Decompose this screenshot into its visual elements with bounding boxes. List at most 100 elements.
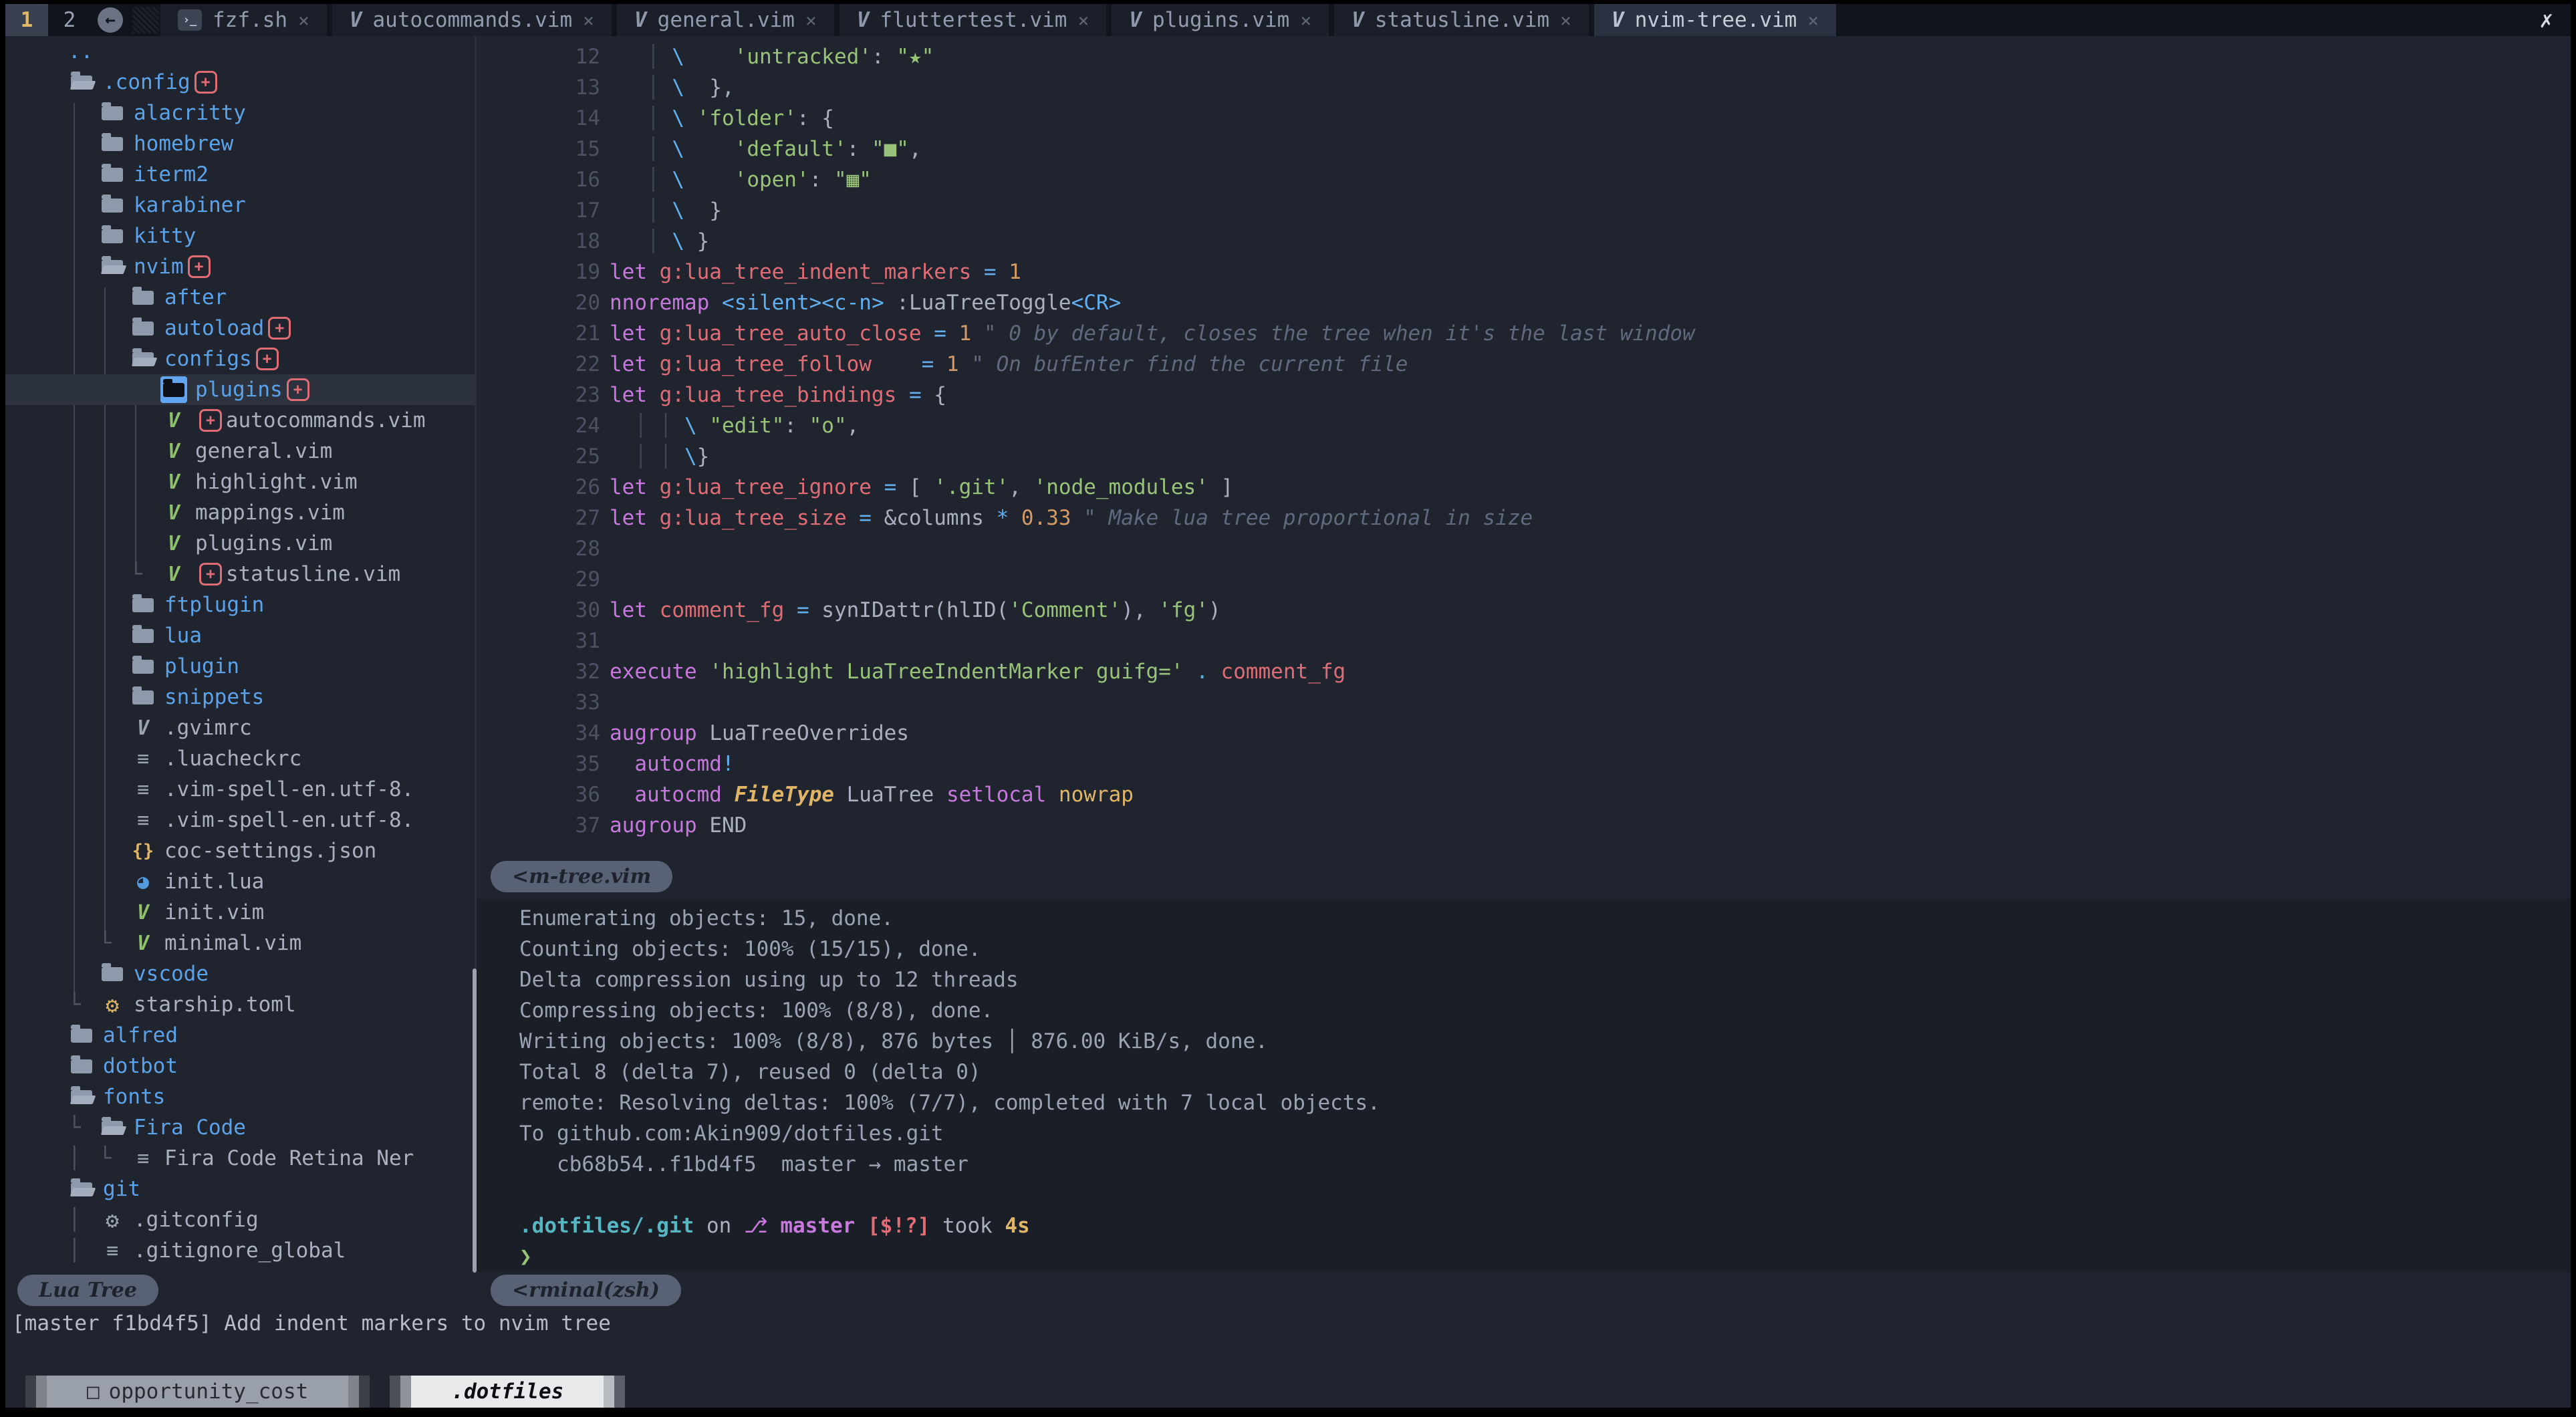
tree-item-highlight.vim[interactable]: Vhighlight.vim (5, 467, 475, 497)
code-line: 34augroup LuaTreeOverrides (477, 718, 2571, 749)
tree-item-.vim-spell-en.utf-8.[interactable]: ≡.vim-spell-en.utf-8. (5, 774, 475, 805)
code-line: 25 │ │ \} (477, 441, 2571, 472)
main-area: ...config+alacrittyhomebrewiterm2karabin… (5, 36, 2571, 1408)
tree-item-.gitconfig[interactable]: │⚙.gitconfig (5, 1204, 475, 1235)
tree-item-vscode[interactable]: vscode (5, 958, 475, 989)
tree-item-coc-settings.json[interactable]: {}coc-settings.json (5, 835, 475, 866)
tree-branch-glyph: └ (68, 1116, 99, 1140)
tree-item-iterm2[interactable]: iterm2 (5, 159, 475, 190)
tree-item-.gitignore-global[interactable]: │≡.gitignore_global (5, 1235, 475, 1266)
tree-item-fira-code[interactable]: └ Fira Code (5, 1112, 475, 1143)
tab-close-icon[interactable]: × (1807, 9, 1819, 31)
code-seg: " Make lua tree proportional in size (1083, 506, 1533, 530)
editor-pane[interactable]: 12 │ \ 'untracked': "★"13 │ \ },14 │ \ '… (477, 36, 2571, 898)
prompt-seg: [$!?] (868, 1214, 930, 1238)
tree-item-statusline.vim[interactable]: └V+statusline.vim (5, 559, 475, 590)
tree-item-alfred[interactable]: alfred (5, 1020, 475, 1051)
tree-item-.gvimrc[interactable]: V.gvimrc (5, 713, 475, 743)
close-all-icon[interactable]: ✗ (2540, 7, 2553, 33)
tree-item-autoload[interactable]: autoload+ (5, 313, 475, 344)
tmux-window-opportunity-cost[interactable]: □opportunity_cost (25, 1376, 370, 1408)
code-line: 16 │ \ 'open': "▦" (477, 164, 2571, 195)
tab-nvim-tree.vim[interactable]: Vnvim-tree.vim× (1594, 4, 1836, 36)
tree-item-fira-code-retina-ner[interactable]: │└≡Fira Code Retina Ner (5, 1143, 475, 1174)
folder-glyph (102, 199, 123, 213)
tree-item-kitty[interactable]: kitty (5, 221, 475, 251)
workspace-1[interactable]: 1 (5, 4, 48, 36)
tree-item-git[interactable]: git (5, 1174, 475, 1204)
tab-close-icon[interactable]: × (805, 9, 817, 31)
tree-item-ftplugin[interactable]: ftplugin (5, 590, 475, 620)
tree-item-starship.toml[interactable]: └⚙starship.toml (5, 989, 475, 1020)
workspace-2[interactable]: 2 (48, 4, 91, 36)
tab-close-icon[interactable]: × (1300, 9, 1311, 31)
code-line: 17 │ \ } (477, 195, 2571, 226)
code-seg: FileType (735, 783, 847, 807)
code-seg: [ (909, 475, 934, 499)
tab-close-icon[interactable]: × (1077, 9, 1089, 31)
tree-item-alacritty[interactable]: alacritty (5, 98, 475, 128)
tree-item-snippets[interactable]: snippets (5, 682, 475, 713)
tree-item-mappings.vim[interactable]: Vmappings.vim (5, 497, 475, 528)
line-number: 13 (477, 76, 600, 100)
terminal-output-line: Delta compression using up to 12 threads (519, 964, 2571, 995)
tree-item-plugins[interactable]: plugins+ (5, 374, 475, 405)
tree-item-homebrew[interactable]: homebrew (5, 128, 475, 159)
tab-general.vim[interactable]: Vgeneral.vim× (617, 4, 834, 36)
code-seg: <CR> (1071, 291, 1122, 315)
tab-close-icon[interactable]: × (1560, 9, 1571, 31)
tree-item-.vim-spell-en.utf-8.[interactable]: ≡.vim-spell-en.utf-8. (5, 805, 475, 835)
tab-autocommands.vim[interactable]: Vautocommands.vim× (332, 4, 612, 36)
code-text: let g:lua_tree_bindings = { (600, 383, 946, 407)
tree-item-init.lua[interactable]: ◕init.lua (5, 866, 475, 897)
code-seg: execute (610, 660, 709, 684)
tree-item-dotbot[interactable]: dotbot (5, 1051, 475, 1081)
code-text: │ \ 'untracked': "★" (600, 45, 934, 69)
tree-item-label: autoload (164, 316, 264, 340)
vim-glyph: V (137, 901, 149, 924)
tree-item-lua[interactable]: lua (5, 620, 475, 651)
tab-close-icon[interactable]: × (298, 9, 309, 31)
back-circle-icon[interactable]: ← (98, 7, 123, 33)
tree-item-label: autocommands.vim (226, 408, 426, 432)
tab-fluttertest.vim[interactable]: Vfluttertest.vim× (840, 4, 1107, 36)
tree-item-label: init.lua (164, 870, 264, 894)
tab-plugins.vim[interactable]: Vplugins.vim× (1112, 4, 1329, 36)
terminal-text: remote: Resolving deltas: 100% (7/7), co… (519, 1091, 1380, 1115)
folder-glyph (132, 352, 154, 366)
tree-item-karabiner[interactable]: karabiner (5, 190, 475, 221)
tree-item-.config[interactable]: .config+ (5, 67, 475, 98)
tree-item-plugins.vim[interactable]: Vplugins.vim (5, 528, 475, 559)
tree-item-autocommands.vim[interactable]: V+autocommands.vim (5, 405, 475, 436)
terminal-output-line: cb68b54..f1bd4f5 master → master (519, 1149, 2571, 1180)
app-window: 1 2 ← ›_fzf.sh×Vautocommands.vim×Vgenera… (5, 4, 2571, 1408)
code-text: let g:lua_tree_ignore = [ '.git', 'node_… (600, 475, 1233, 499)
code-seg: g:lua_tree_auto_close (660, 321, 934, 346)
tree-item-after[interactable]: after (5, 282, 475, 313)
tree-item-plugin[interactable]: plugin (5, 651, 475, 682)
tree-item-fonts[interactable]: fonts (5, 1081, 475, 1112)
tree-item-configs[interactable]: configs+ (5, 344, 475, 374)
tree-item-general.vim[interactable]: Vgeneral.vim (5, 436, 475, 467)
tree-item-label: coc-settings.json (164, 839, 376, 863)
tree-item-label: Fira Code (134, 1116, 246, 1140)
tab-list: ›_fzf.sh×Vautocommands.vim×Vgeneral.vim×… (160, 4, 1836, 36)
tree-item-nvim[interactable]: nvim+ (5, 251, 475, 282)
shell-prompt-char[interactable]: ❯ (519, 1241, 2571, 1272)
tmux-window--dotfiles[interactable]: .dotfiles (390, 1376, 625, 1408)
tab-statusline.vim[interactable]: Vstatusline.vim× (1334, 4, 1589, 36)
tree-item-minimal.vim[interactable]: └Vminimal.vim (5, 928, 475, 958)
tab-fzf.sh[interactable]: ›_fzf.sh× (160, 4, 327, 36)
tree-item-..[interactable]: .. (5, 36, 475, 67)
folder-glyph (71, 1029, 92, 1043)
code-seg: <silent><c-n> (722, 291, 896, 315)
code-seg: g:lua_tree_ignore (660, 475, 884, 499)
tree-item-init.vim[interactable]: Vinit.vim (5, 897, 475, 928)
terminal-pane[interactable]: Enumerating objects: 15, done.Counting o… (477, 899, 2571, 1272)
folder-glyph (132, 660, 154, 674)
terminal-output-line: remote: Resolving deltas: 100% (7/7), co… (519, 1087, 2571, 1118)
line-number: 21 (477, 321, 600, 346)
tree-item-.luacheckrc[interactable]: ≡.luacheckrc (5, 743, 475, 774)
tree-branch-glyph: └ (68, 993, 99, 1017)
tab-close-icon[interactable]: × (583, 9, 594, 31)
